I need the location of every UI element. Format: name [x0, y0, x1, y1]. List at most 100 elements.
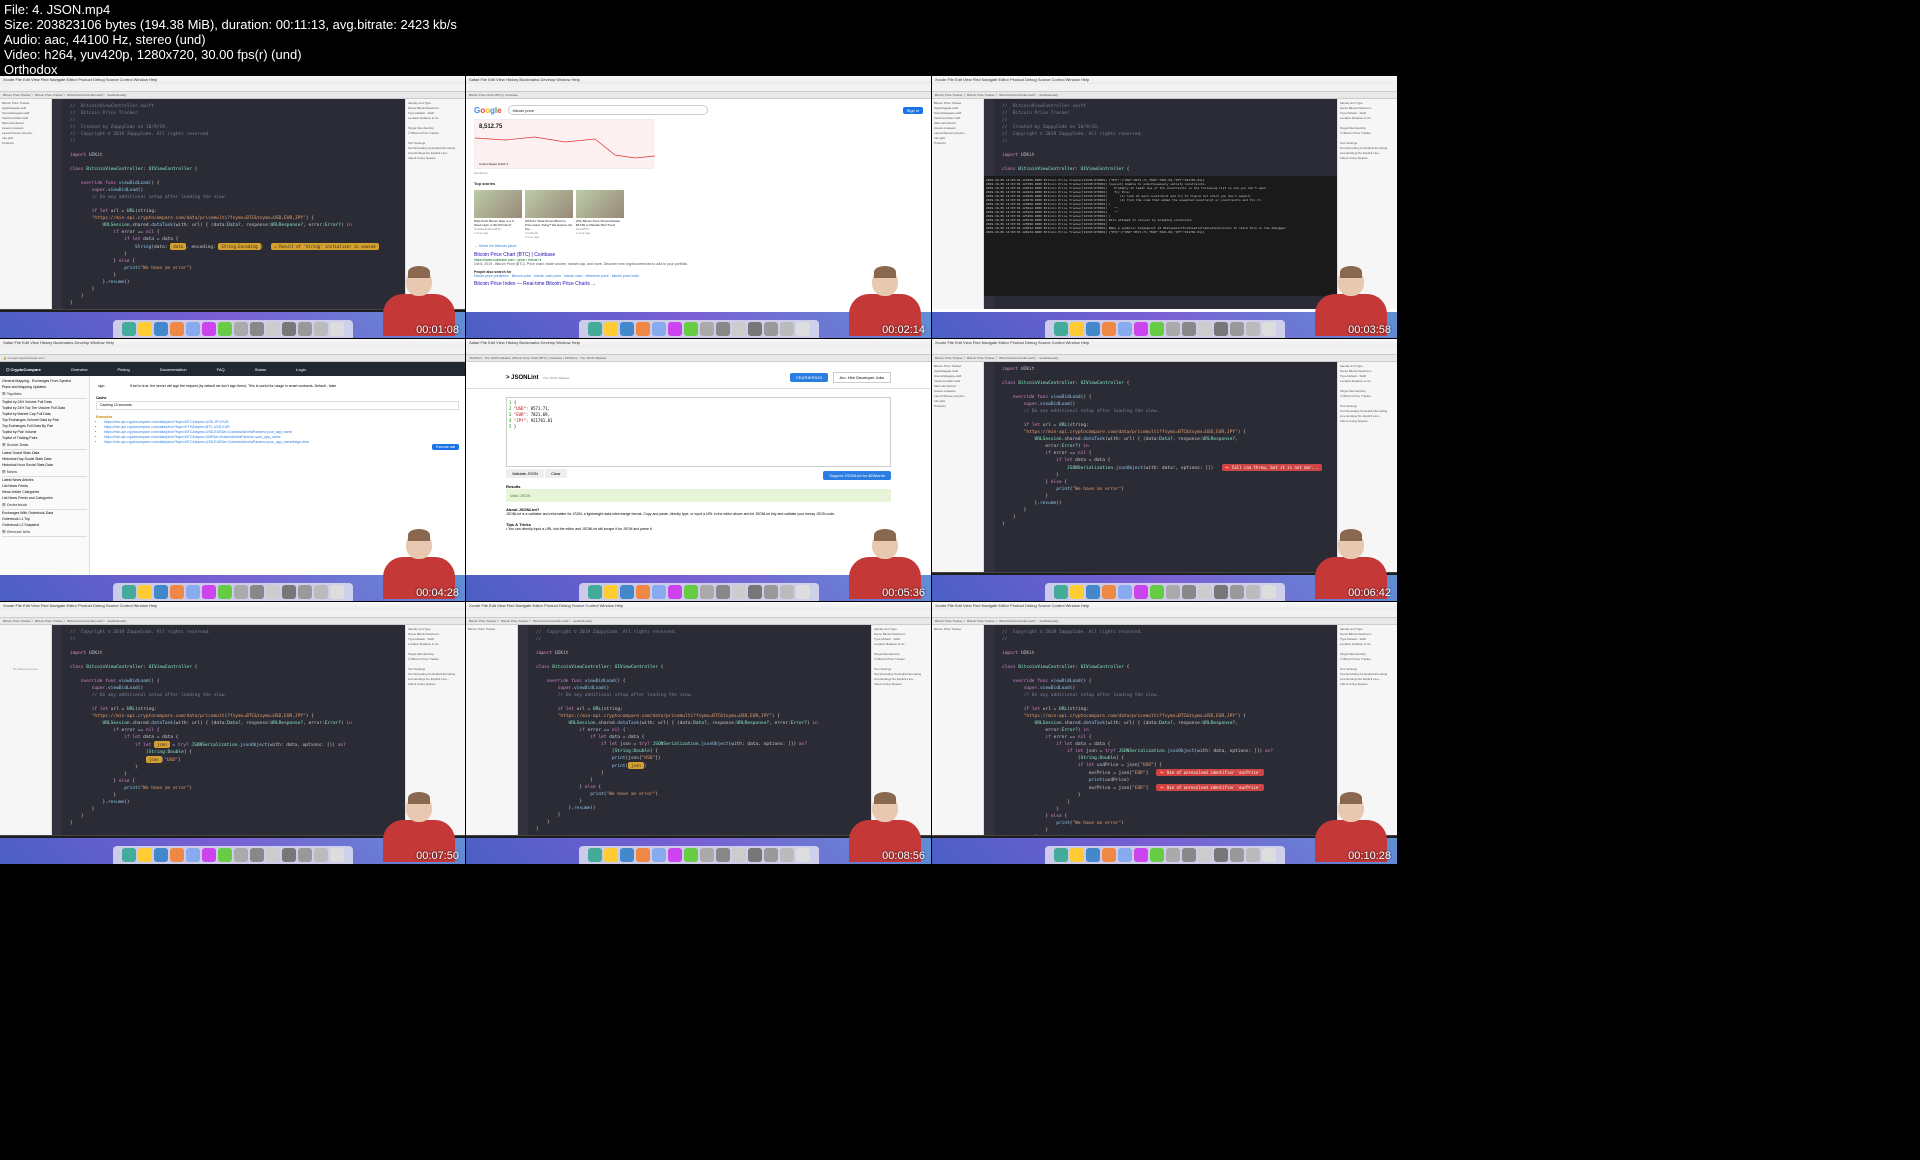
dock-app-icon[interactable] — [1166, 322, 1180, 336]
dock-app-icon[interactable] — [282, 585, 296, 599]
jsonlint-logo[interactable]: > JSONLint The JSON Validator — [506, 366, 569, 384]
source-code[interactable]: // Copyright © 2019 ZappyCode. All right… — [1002, 629, 1331, 835]
related-search[interactable]: bitcoin price prediction — [474, 274, 509, 278]
bounty-button[interactable]: FEATHERSJS — [790, 373, 828, 382]
dock-app-icon[interactable] — [1118, 322, 1132, 336]
nav-link[interactable]: Pricing — [118, 367, 130, 372]
dock-app-icon[interactable] — [1102, 585, 1116, 599]
sidebar-section[interactable]: ☰ General Info — [2, 528, 87, 537]
source-code[interactable]: // Copyright © 2019 ZappyCode. All right… — [70, 629, 399, 827]
xcode-tabbar[interactable]: Bitcoin Price Tracker 〉 Bitcoin Price Tr… — [466, 618, 931, 625]
dock-app-icon[interactable] — [748, 585, 762, 599]
dock-app-icon[interactable] — [1182, 848, 1196, 862]
dock-app-icon[interactable] — [1198, 322, 1212, 336]
dock-app-icon[interactable] — [1150, 585, 1164, 599]
dock[interactable] — [579, 320, 819, 338]
source-code[interactable]: // BitcoinViewController.swift // Bitcoi… — [1002, 103, 1331, 173]
dock-app-icon[interactable] — [748, 322, 762, 336]
code-editor[interactable]: // BitcoinViewController.swift // Bitcoi… — [52, 99, 405, 309]
nav-link[interactable]: Login — [296, 367, 306, 372]
dock-app-icon[interactable] — [732, 585, 746, 599]
dock-app-icon[interactable] — [170, 848, 184, 862]
dock-app-icon[interactable] — [1070, 585, 1084, 599]
dock[interactable] — [113, 846, 353, 864]
dock-app-icon[interactable] — [1134, 848, 1148, 862]
dock[interactable] — [579, 583, 819, 601]
story-card[interactable]: Why Bitcoin Price Should Retake $8,600 t… — [576, 190, 624, 239]
dock-app-icon[interactable] — [732, 322, 746, 336]
dock-app-icon[interactable] — [1070, 322, 1084, 336]
xcode-tabbar[interactable]: Bitcoin Price Tracker 〉 Bitcoin Price Tr… — [932, 618, 1397, 625]
dock-app-icon[interactable] — [330, 585, 344, 599]
site-logo[interactable]: ⬡ CryptoCompare — [6, 367, 41, 372]
dock-app-icon[interactable] — [1214, 848, 1228, 862]
dock-app-icon[interactable] — [1150, 322, 1164, 336]
dock-app-icon[interactable] — [250, 585, 264, 599]
dock-app-icon[interactable] — [1230, 322, 1244, 336]
dock-app-icon[interactable] — [716, 322, 730, 336]
dock-app-icon[interactable] — [764, 585, 778, 599]
menubar[interactable]: Safari File Edit View History Bookmarks … — [466, 76, 931, 84]
dock-app-icon[interactable] — [154, 322, 168, 336]
dock-app-icon[interactable] — [314, 322, 328, 336]
dock-app-icon[interactable] — [716, 848, 730, 862]
related-search[interactable]: bitcoin price india — [612, 274, 639, 278]
safari-toolbar[interactable] — [0, 347, 465, 355]
execute-button[interactable]: Execute call — [432, 444, 459, 450]
dock-app-icon[interactable] — [1166, 848, 1180, 862]
dock-app-icon[interactable] — [186, 848, 200, 862]
menubar[interactable]: Xcode File Edit View Find Navigate Edito… — [466, 602, 931, 610]
dock-app-icon[interactable] — [588, 585, 602, 599]
dock-app-icon[interactable] — [588, 322, 602, 336]
dock-app-icon[interactable] — [1070, 848, 1084, 862]
price-chart[interactable]: 8,512.75 United States Dollar ▾ — [474, 119, 654, 169]
ad-button[interactable]: Arc: Hire Developer Jobs — [833, 372, 891, 383]
dock[interactable] — [579, 846, 819, 864]
dock-app-icon[interactable] — [796, 848, 810, 862]
menubar[interactable]: Xcode File Edit View Find Navigate Edito… — [0, 602, 465, 610]
related-search[interactable]: bitcoin cash price — [534, 274, 561, 278]
sidebar-section[interactable]: ☰ Social Data — [2, 441, 87, 450]
dock-app-icon[interactable] — [1230, 585, 1244, 599]
dock-app-icon[interactable] — [1054, 585, 1068, 599]
dock-app-icon[interactable] — [620, 322, 634, 336]
dock-app-icon[interactable] — [1214, 585, 1228, 599]
dock-app-icon[interactable] — [796, 585, 810, 599]
dock-app-icon[interactable] — [330, 322, 344, 336]
dock-app-icon[interactable] — [1134, 585, 1148, 599]
dock-app-icon[interactable] — [186, 322, 200, 336]
dock-app-icon[interactable] — [588, 848, 602, 862]
dock-app-icon[interactable] — [1246, 322, 1260, 336]
dock-app-icon[interactable] — [170, 322, 184, 336]
xcode-toolbar[interactable] — [932, 347, 1397, 355]
menubar[interactable]: Xcode File Edit View Find Navigate Edito… — [932, 602, 1397, 610]
nav-link[interactable]: Overview — [71, 367, 88, 372]
sign-in-button[interactable]: Sign in — [903, 107, 923, 114]
json-input[interactable]: 1 {2 "USD": 8571.71,3 "EUR": 7821.69,4 "… — [506, 397, 891, 467]
dock-app-icon[interactable] — [314, 848, 328, 862]
project-navigator[interactable]: Bitcoin Price Tracker — [932, 625, 984, 835]
safari-tabs[interactable]: 🔒 min-api.cryptocompare.com — [0, 355, 465, 362]
dock-app-icon[interactable] — [684, 848, 698, 862]
dock-app-icon[interactable] — [700, 848, 714, 862]
dock-app-icon[interactable] — [1102, 848, 1116, 862]
dock-app-icon[interactable] — [1262, 322, 1276, 336]
dock-app-icon[interactable] — [234, 585, 248, 599]
story-card[interactable]: WATCH: What Drives Bitcoin's Price Gains… — [525, 190, 573, 239]
project-navigator[interactable]: Bitcoin Price Tracker — [466, 625, 518, 835]
dock-app-icon[interactable] — [636, 322, 650, 336]
support-button[interactable]: Support JSONLint for $2/Month — [823, 471, 891, 480]
dock[interactable] — [1045, 846, 1285, 864]
menubar[interactable]: Safari File Edit View History Bookmarks … — [466, 339, 931, 347]
dock-app-icon[interactable] — [1246, 848, 1260, 862]
dock-app-icon[interactable] — [652, 585, 666, 599]
dock-app-icon[interactable] — [652, 848, 666, 862]
code-editor[interactable]: // Copyright © 2019 ZappyCode. All right… — [984, 625, 1337, 835]
dock[interactable] — [1045, 583, 1285, 601]
example-link[interactable]: https://min-api.cryptocompare.com/data/p… — [104, 440, 459, 445]
dock-app-icon[interactable] — [138, 848, 152, 862]
sidebar-section[interactable]: ☰ News — [2, 468, 87, 477]
dock-app-icon[interactable] — [684, 322, 698, 336]
project-navigator[interactable]: No Debug Session — [0, 625, 52, 835]
dock-app-icon[interactable] — [202, 848, 216, 862]
